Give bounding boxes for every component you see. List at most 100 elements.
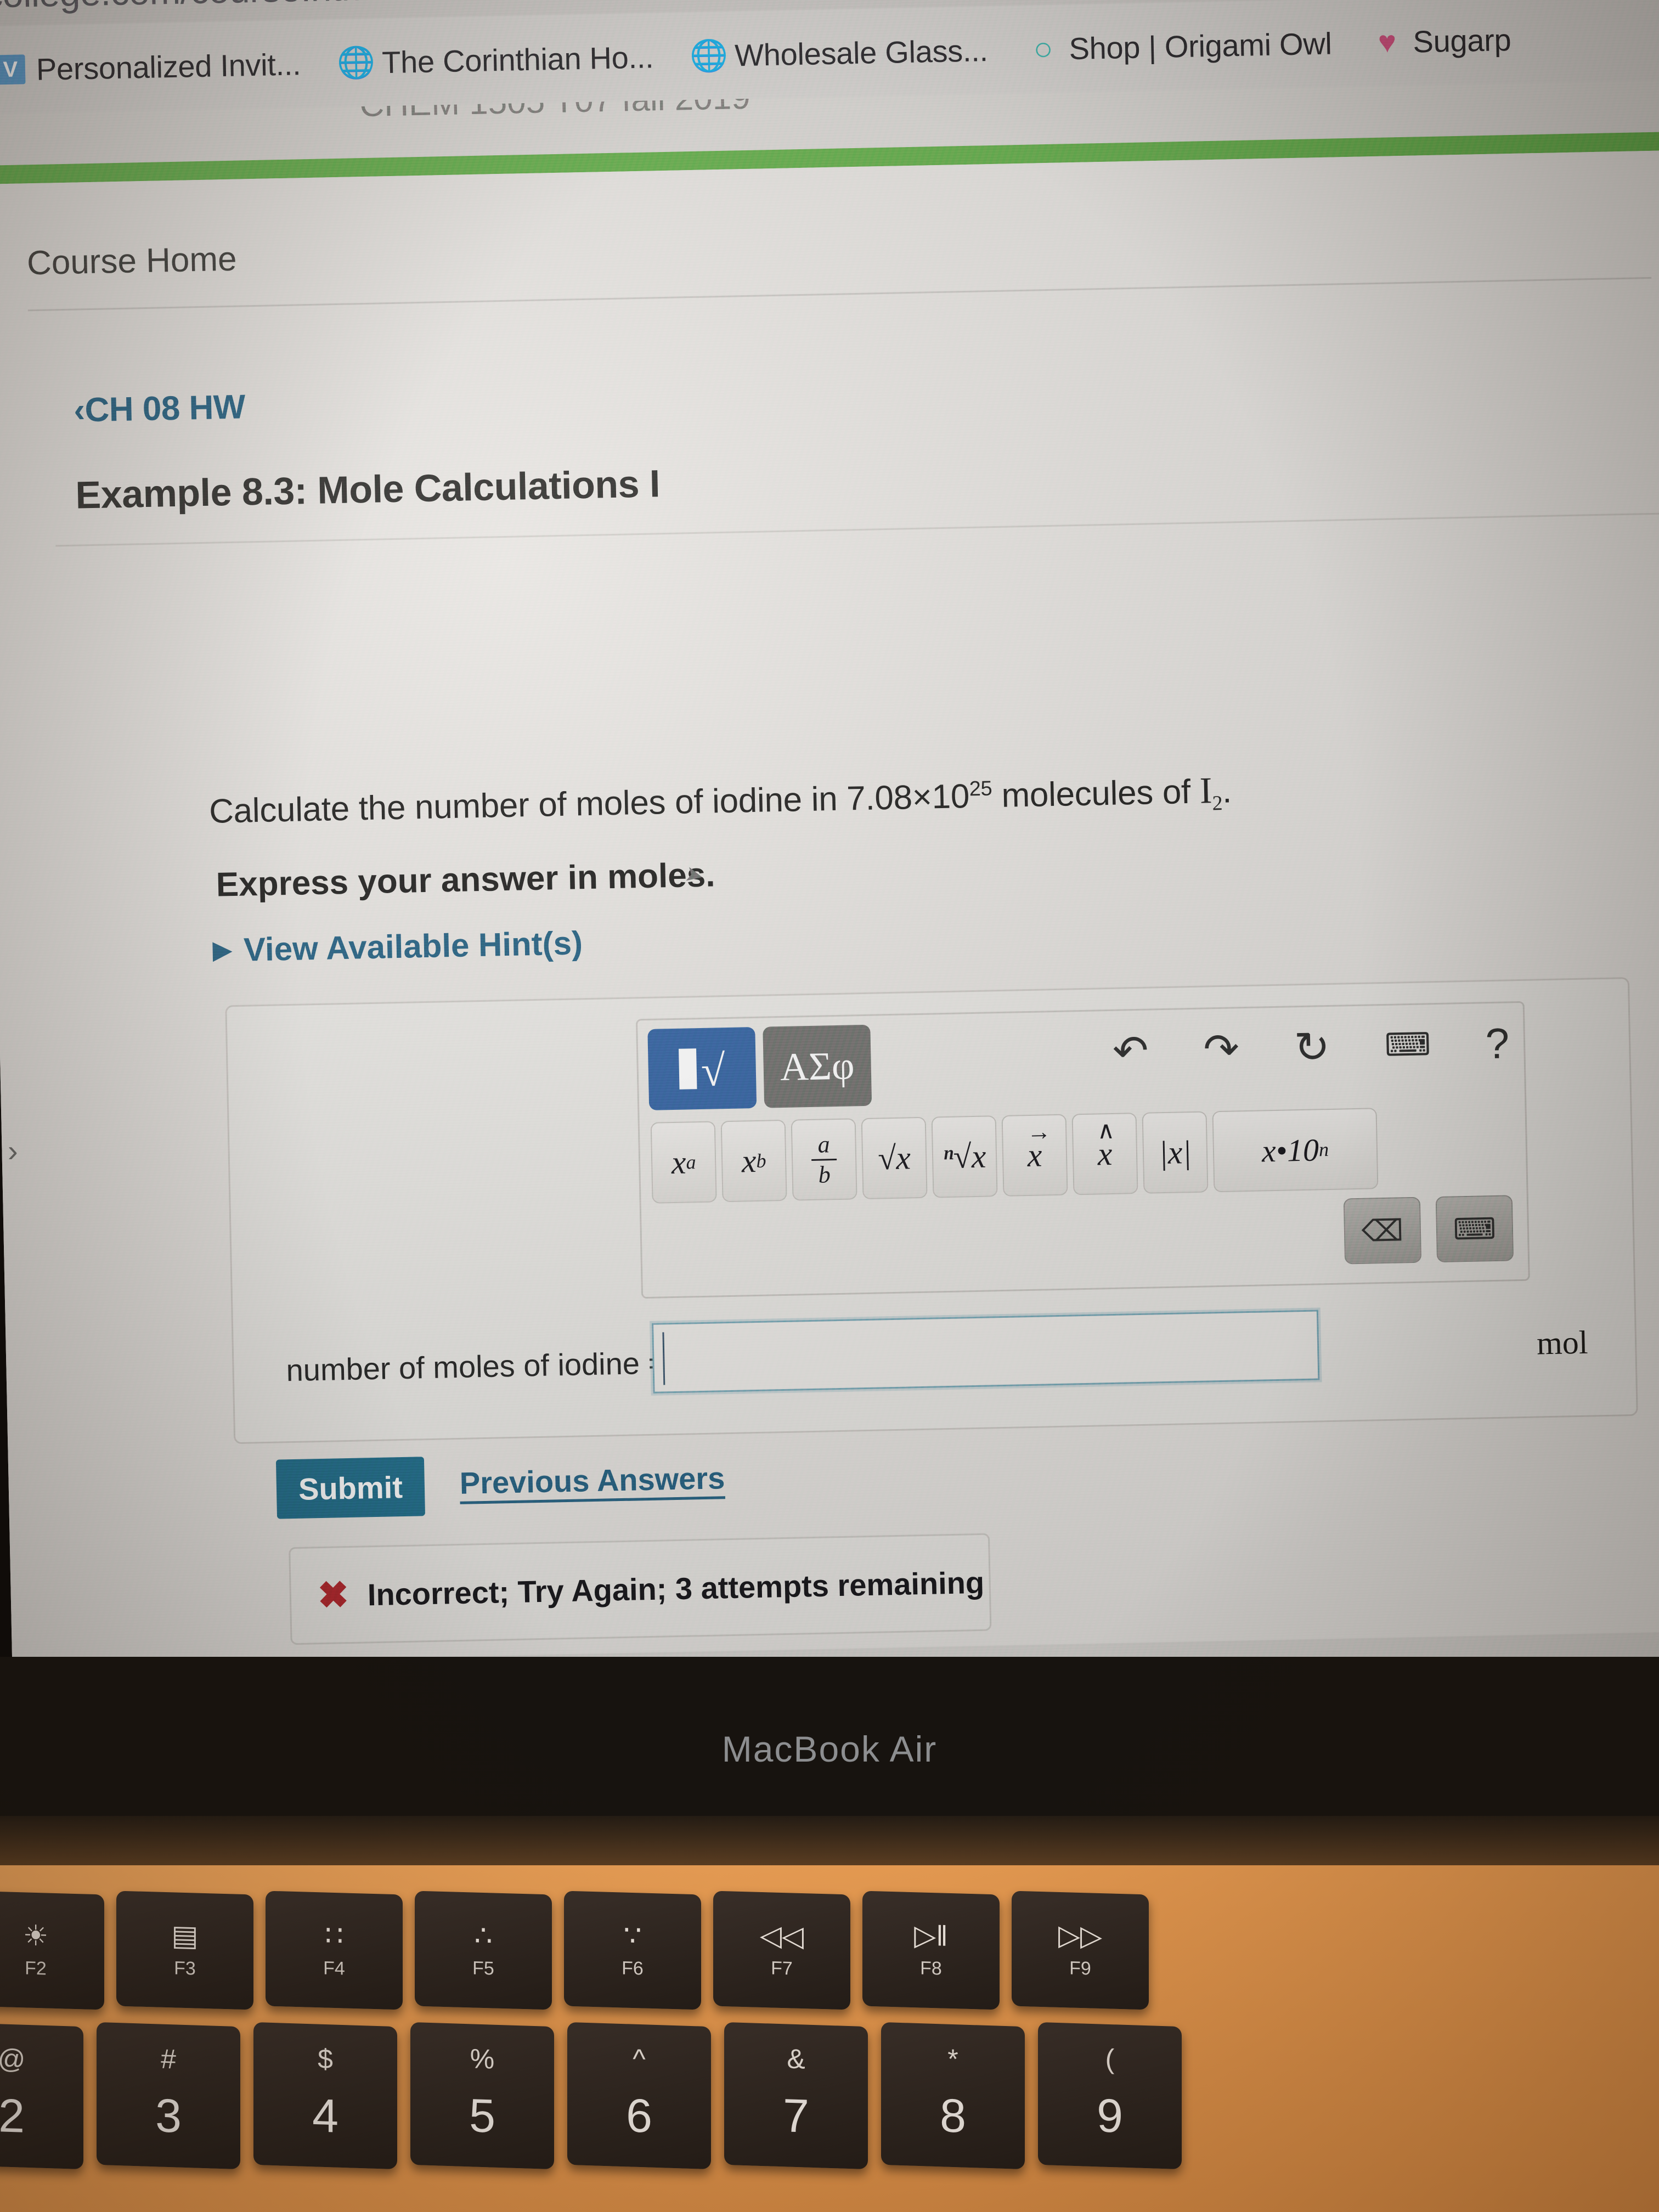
- v-letter-icon: V: [0, 54, 26, 85]
- divider: [27, 276, 1652, 312]
- help-icon[interactable]: ?: [1485, 1019, 1510, 1068]
- question-exponent: 25: [969, 777, 992, 801]
- key-4[interactable]: $ 4: [253, 2022, 397, 2170]
- hat-button[interactable]: ∧ x: [1071, 1113, 1138, 1195]
- palette-tab-label: √: [701, 1047, 726, 1096]
- key-label: F5: [472, 1957, 494, 1979]
- bookmark-label: The Corinthian Ho...: [381, 39, 654, 80]
- bookmark-label: Personalized Invit...: [36, 46, 301, 87]
- triangle-right-icon: ▶: [212, 936, 232, 964]
- key-label: 6: [626, 2089, 652, 2143]
- key-f6[interactable]: ∵ F6: [564, 1891, 701, 2010]
- scientific-notation-button[interactable]: x•10 n: [1212, 1108, 1379, 1193]
- fraction-numerator: a: [817, 1130, 831, 1158]
- bookmark-label: Sugarp: [1412, 22, 1511, 59]
- keyboard-toggle-button[interactable]: ⌨: [1435, 1195, 1514, 1263]
- bookmark-sugarp[interactable]: ♥ Sugarp: [1372, 21, 1511, 60]
- keyboard-backlight-down-icon: ∴: [474, 1920, 493, 1952]
- key-f9[interactable]: ▷▷ F9: [1012, 1891, 1149, 2010]
- key-label: 2: [0, 2089, 25, 2143]
- assignment-card: [51, 304, 1659, 337]
- view-hints-toggle[interactable]: ▶ View Available Hint(s): [213, 924, 583, 969]
- key-3[interactable]: # 3: [97, 2022, 240, 2170]
- key-label: F7: [771, 1957, 793, 1979]
- key-f2[interactable]: ☀ F2: [0, 1891, 104, 2010]
- question-suffix: .: [1222, 772, 1232, 810]
- redo-icon[interactable]: ↷: [1203, 1024, 1240, 1073]
- feedback-banner: ✖ Incorrect; Try Again; 3 attempts remai…: [289, 1533, 992, 1645]
- button-sub: b: [756, 1149, 766, 1172]
- bookmark-personalized-invit[interactable]: V Personalized Invit...: [0, 46, 301, 88]
- fast-forward-icon: ▷▷: [1058, 1919, 1102, 1953]
- key-2[interactable]: @ 2: [0, 2022, 83, 2170]
- key-label: 5: [469, 2089, 495, 2143]
- key-shift-label: %: [470, 2043, 495, 2075]
- key-f5[interactable]: ∴ F5: [415, 1891, 552, 2010]
- subscript-button[interactable]: xb: [720, 1119, 787, 1203]
- square-root-button[interactable]: √x: [861, 1116, 928, 1200]
- key-6[interactable]: ^ 6: [567, 2022, 711, 2170]
- question-text: Calculate the number of moles of iodine …: [208, 768, 1232, 836]
- nth-root-button[interactable]: ⁿ√x: [931, 1115, 998, 1198]
- absolute-value-button[interactable]: |x|: [1142, 1111, 1209, 1194]
- hat-overline: ∧: [1097, 1116, 1115, 1144]
- key-5[interactable]: % 5: [410, 2022, 554, 2170]
- superscript-button[interactable]: xa: [650, 1121, 717, 1204]
- brightness-up-icon: ☀: [22, 1919, 49, 1953]
- laptop-screen: college.com/course.html?courseId=1553986…: [0, 0, 1659, 1679]
- greek-symbols-tab[interactable]: ΑΣφ: [763, 1024, 872, 1108]
- key-f8[interactable]: ▷‖ F8: [862, 1891, 1000, 2010]
- answer-input[interactable]: [652, 1310, 1320, 1393]
- button-base: x: [741, 1142, 757, 1179]
- scroll-chevron-icon[interactable]: ›: [8, 1133, 18, 1169]
- previous-answers-link[interactable]: Previous Answers: [459, 1460, 725, 1501]
- globe-icon: 🌐: [336, 44, 376, 80]
- submit-button[interactable]: Submit: [275, 1457, 426, 1519]
- fraction-button[interactable]: a b: [791, 1118, 857, 1201]
- number-key-row: @ 2 # 3 $ 4 % 5 ^ 6 & 7 * 8 ( 9: [0, 2022, 1182, 2170]
- keyboard-icon[interactable]: ⌨: [1384, 1026, 1431, 1063]
- key-shift-label: #: [161, 2043, 176, 2075]
- view-hints-label: View Available Hint(s): [243, 924, 583, 968]
- key-shift-label: &: [787, 2043, 805, 2075]
- math-button-row: xa xb a b √x ⁿ√x → x ∧ x |x| x•10 n: [650, 1108, 1379, 1204]
- math-input-palette: √ ΑΣφ ↶ ↷ ↻ ⌨ ? x a x b a b √x ⁿ√x → x ∧…: [635, 1001, 1530, 1299]
- palette-tab-label: ΑΣφ: [780, 1043, 855, 1089]
- bookmark-origami-owl[interactable]: ○ Shop | Origami Owl: [1028, 25, 1332, 67]
- key-f3[interactable]: ▤ F3: [116, 1891, 253, 2010]
- math-template-tab[interactable]: √: [647, 1026, 757, 1110]
- reset-icon[interactable]: ↻: [1294, 1023, 1330, 1071]
- key-8[interactable]: * 8: [881, 2022, 1025, 2170]
- key-label: 4: [312, 2089, 338, 2143]
- back-to-assignment-link[interactable]: ‹CH 08 HW: [74, 387, 246, 430]
- globe-icon: 🌐: [689, 37, 729, 73]
- undo-icon[interactable]: ↶: [1112, 1026, 1149, 1075]
- arrow-overline: →: [1026, 1118, 1052, 1146]
- launchpad-icon: ∷: [325, 1920, 343, 1952]
- key-label: F9: [1069, 1957, 1091, 1979]
- rewind-icon: ◁◁: [760, 1919, 804, 1953]
- bookmark-wholesale-glass[interactable]: 🌐 Wholesale Glass...: [689, 32, 989, 74]
- key-shift-label: @: [0, 2043, 26, 2075]
- vector-button[interactable]: → x: [1001, 1114, 1068, 1197]
- bookmark-the-corinthian[interactable]: 🌐 The Corinthian Ho...: [336, 39, 654, 81]
- course-home-link[interactable]: Course Home: [26, 240, 237, 283]
- key-shift-label: $: [318, 2043, 333, 2075]
- question-element-subscript: 2: [1212, 792, 1223, 815]
- key-f7[interactable]: ◁◁ F7: [713, 1891, 850, 2010]
- macbook-wordmark: MacBook Air: [721, 1729, 938, 1769]
- button-base: x•10: [1261, 1131, 1319, 1169]
- fraction-denominator: b: [818, 1160, 831, 1188]
- vector-icon: → x: [1026, 1118, 1051, 1175]
- bookmark-label: Wholesale Glass...: [734, 32, 989, 72]
- feedback-message: Incorrect; Try Again; 3 attempts remaini…: [367, 1565, 985, 1612]
- key-f4[interactable]: ∷ F4: [266, 1891, 403, 2010]
- key-label: 7: [783, 2089, 809, 2143]
- page-content: Course Home ‹CH 08 HW Example 8.3: Mole …: [0, 149, 1659, 1666]
- key-9[interactable]: ( 9: [1038, 2022, 1182, 2170]
- x-mark-icon: ✖: [317, 1574, 349, 1617]
- key-7[interactable]: & 7: [724, 2022, 868, 2170]
- backspace-button[interactable]: ⌫: [1343, 1197, 1422, 1265]
- button-base: x: [671, 1144, 687, 1181]
- key-label: F4: [323, 1957, 345, 1979]
